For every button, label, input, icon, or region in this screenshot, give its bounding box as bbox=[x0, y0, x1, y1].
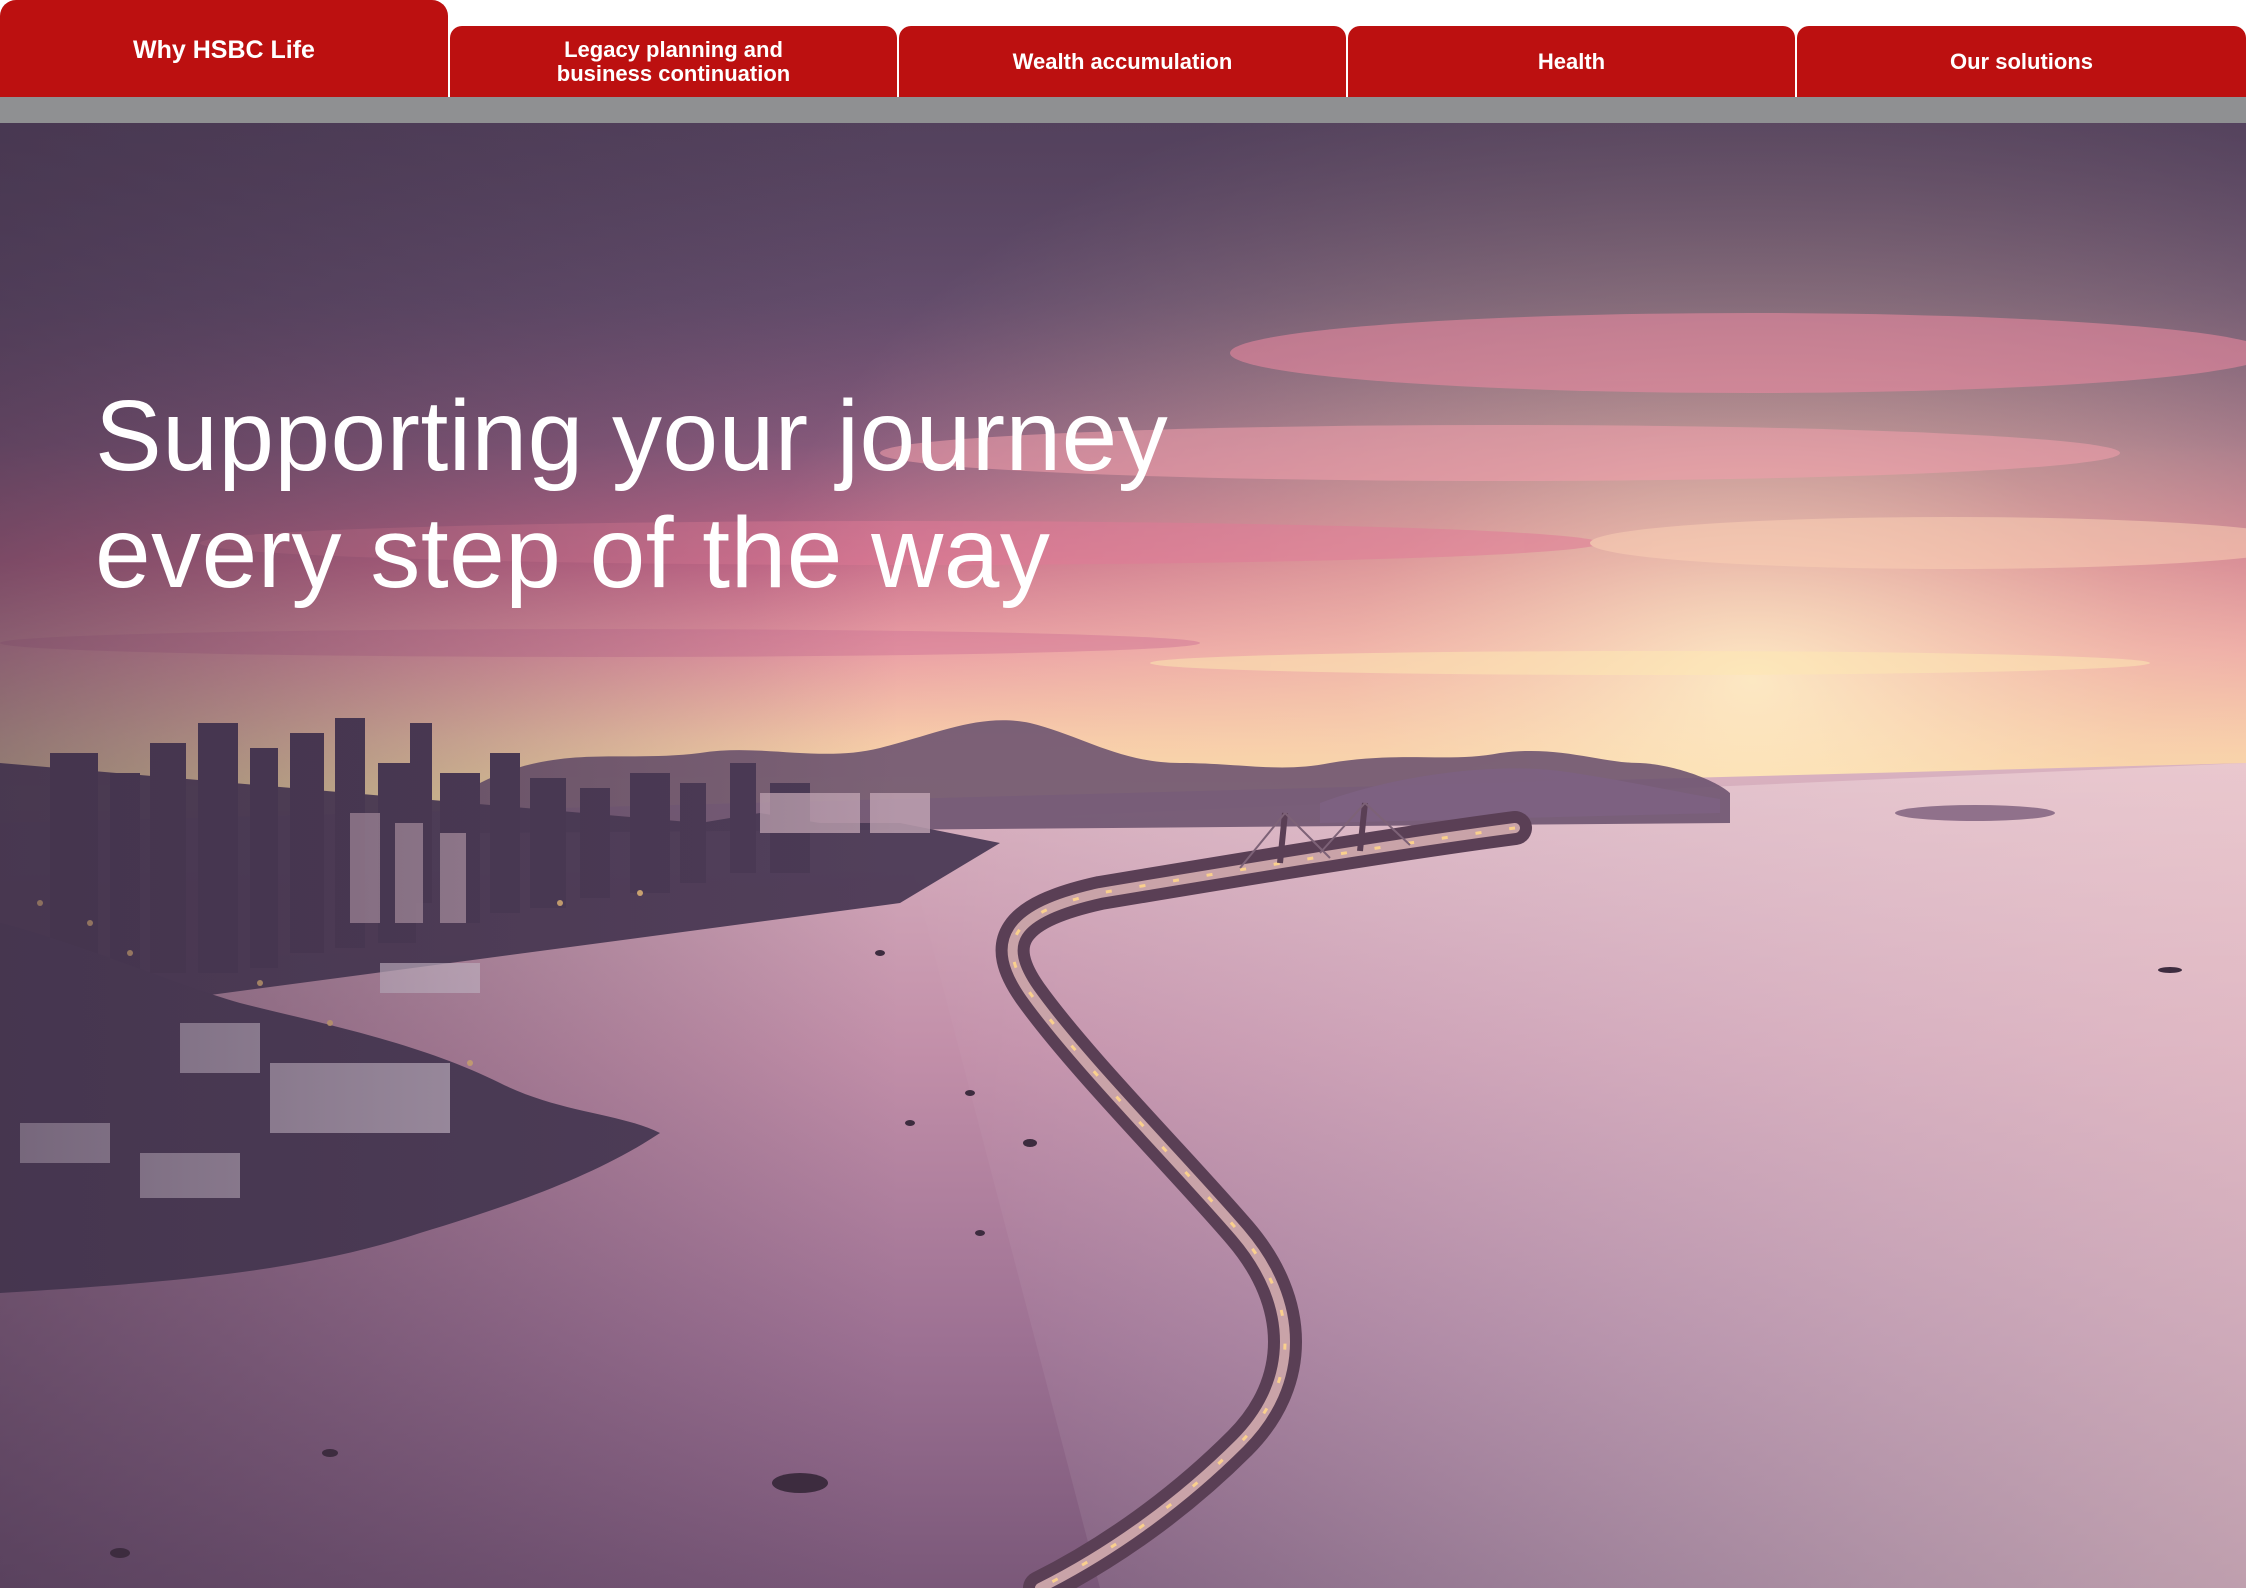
section-tab-bar: Why HSBC Life Legacy planning and busine… bbox=[0, 0, 2246, 97]
tab-label: Wealth accumulation bbox=[1012, 48, 1233, 74]
sunset-bay-illustration bbox=[0, 123, 2246, 1588]
hero-headline: Supporting your journey every step of th… bbox=[95, 378, 1168, 612]
tab-label: Our solutions bbox=[1950, 48, 2093, 74]
tab-why-hsbc-life[interactable]: Why HSBC Life bbox=[0, 0, 448, 97]
hero-image: Supporting your journey every step of th… bbox=[0, 123, 2246, 1588]
tab-legacy-planning[interactable]: Legacy planning and business continuatio… bbox=[450, 26, 897, 97]
tab-label: Why HSBC Life bbox=[133, 36, 315, 65]
brochure-page: Why HSBC Life Legacy planning and busine… bbox=[0, 0, 2246, 1588]
tab-label: Health bbox=[1537, 48, 1606, 74]
tab-our-solutions[interactable]: Our solutions bbox=[1797, 26, 2246, 97]
tab-label: Legacy planning and business continuatio… bbox=[556, 37, 791, 86]
headline-line-2: every step of the way bbox=[95, 497, 1051, 609]
headline-line-1: Supporting your journey bbox=[95, 380, 1169, 492]
tab-bar-divider bbox=[0, 97, 2246, 123]
tab-health[interactable]: Health bbox=[1348, 26, 1795, 97]
tab-wealth-accumulation[interactable]: Wealth accumulation bbox=[899, 26, 1346, 97]
